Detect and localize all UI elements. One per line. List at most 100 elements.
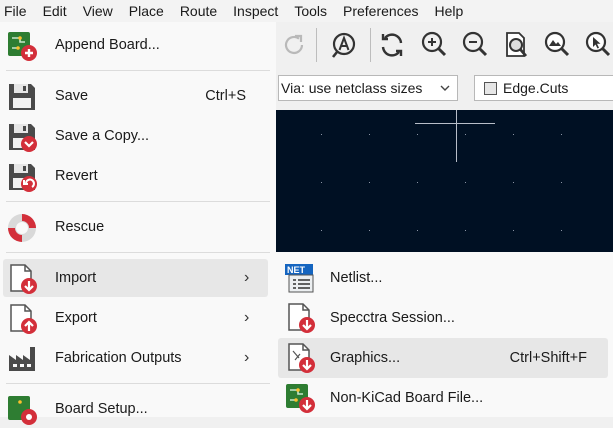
menu-view[interactable]: View — [75, 0, 121, 22]
menu-separator — [6, 383, 270, 384]
menu-item-save-copy[interactable]: Save a Copy... — [0, 117, 276, 155]
non-kicad-board-icon — [286, 384, 315, 413]
redo-icon[interactable] — [280, 30, 310, 60]
zoom-in-icon[interactable] — [419, 30, 449, 60]
grid-dot — [369, 182, 370, 183]
menu-item-label: Rescue — [55, 219, 105, 235]
graphics-icon — [288, 343, 315, 373]
grid-dot — [321, 182, 322, 183]
grid-dot — [513, 182, 514, 183]
submenu-item-label: Netlist... — [330, 270, 383, 286]
submenu-item-specctra-session[interactable]: Specctra Session... — [276, 298, 613, 338]
grid-dot — [561, 230, 562, 231]
svg-text:NET: NET — [287, 265, 306, 275]
grid-dot — [513, 134, 514, 135]
grid-dot — [369, 230, 370, 231]
menu-item-revert[interactable]: Revert — [0, 157, 276, 195]
submenu-item-graphics[interactable]: Graphics... Ctrl+Shift+F — [278, 338, 608, 378]
menu-bar: File Edit View Place Route Inspect Tools… — [0, 0, 613, 22]
grid-dot — [561, 134, 562, 135]
chevron-right-icon: › — [244, 269, 250, 286]
via-size-select[interactable]: Via: use netclass sizes — [278, 75, 458, 101]
grid-dot — [417, 230, 418, 231]
menu-item-label: Board Setup... — [55, 401, 148, 417]
grid-dot — [321, 134, 322, 135]
menu-item-save[interactable]: Save Ctrl+S — [0, 77, 276, 115]
board-setup-icon — [8, 396, 37, 425]
submenu-item-label: Specctra Session... — [330, 310, 455, 326]
import-icon — [10, 264, 37, 294]
via-size-value: Via: use netclass sizes — [281, 80, 423, 96]
grid-dot — [465, 134, 466, 135]
cursor-crosshair-vertical — [456, 110, 457, 162]
grid-dot — [465, 182, 466, 183]
submenu-item-label: Graphics... — [330, 350, 401, 366]
pcb-canvas[interactable] — [276, 110, 613, 252]
zoom-selection-icon[interactable] — [583, 30, 613, 60]
toolbar-separator — [370, 28, 371, 62]
main-toolbar — [276, 22, 613, 68]
layer-value: Edge.Cuts — [503, 80, 569, 96]
menu-item-label: Save — [55, 88, 89, 104]
menu-item-fabrication-outputs[interactable]: Fabrication Outputs › — [0, 339, 276, 377]
import-submenu: NET Netlist... Specctra Session... Graph… — [276, 252, 613, 417]
submenu-item-label: Non-KiCad Board File... — [330, 390, 484, 406]
menu-place[interactable]: Place — [121, 0, 172, 22]
layer-color-swatch — [484, 82, 497, 95]
export-icon — [10, 304, 37, 334]
revert-icon — [9, 164, 37, 192]
cursor-crosshair-horizontal — [415, 123, 495, 124]
grid-dot — [465, 230, 466, 231]
save-icon — [9, 84, 35, 110]
refresh-icon[interactable] — [377, 30, 407, 60]
grid-dot — [513, 230, 514, 231]
menu-item-label: Export — [55, 310, 97, 326]
menu-item-label: Import — [55, 270, 97, 286]
menu-separator — [6, 201, 270, 202]
grid-dot — [417, 134, 418, 135]
fabrication-icon — [9, 347, 35, 371]
menu-item-shortcut: Ctrl+S — [205, 88, 246, 104]
specctra-icon — [288, 303, 315, 333]
submenu-item-netlist[interactable]: NET Netlist... — [276, 258, 613, 298]
net-inspector-icon[interactable] — [329, 30, 359, 60]
grid-dot — [321, 230, 322, 231]
append-board-icon — [8, 32, 37, 61]
menu-item-label: Append Board... — [55, 37, 160, 53]
menu-help[interactable]: Help — [426, 0, 471, 22]
save-copy-icon — [9, 124, 37, 152]
grid-dot — [417, 182, 418, 183]
chevron-right-icon: › — [244, 349, 250, 366]
menu-edit[interactable]: Edit — [35, 0, 75, 22]
zoom-objects-icon[interactable] — [542, 30, 572, 60]
menu-item-rescue[interactable]: Rescue — [0, 208, 276, 246]
menu-item-label: Revert — [55, 168, 98, 184]
menu-item-append-board[interactable]: Append Board... — [0, 26, 276, 64]
rescue-icon — [8, 214, 36, 242]
grid-dot — [369, 134, 370, 135]
menu-inspect[interactable]: Inspect — [225, 0, 286, 22]
submenu-item-shortcut: Ctrl+Shift+F — [509, 350, 587, 366]
menu-item-export[interactable]: Export › — [0, 299, 276, 337]
menu-tools[interactable]: Tools — [286, 0, 335, 22]
submenu-item-non-kicad-board[interactable]: Non-KiCad Board File... — [276, 378, 613, 418]
menu-item-import[interactable]: Import › — [3, 259, 268, 297]
chevron-down-icon — [439, 76, 451, 107]
menu-separator — [6, 70, 270, 71]
menu-separator — [6, 252, 270, 253]
file-menu: Append Board... Save Ctrl+S Save a Copy.… — [0, 22, 276, 425]
zoom-fit-icon[interactable] — [501, 30, 531, 60]
toolbar-separator — [316, 28, 317, 62]
layer-select[interactable]: Edge.Cuts — [474, 75, 613, 101]
zoom-out-icon[interactable] — [460, 30, 490, 60]
menu-item-label: Fabrication Outputs — [55, 350, 182, 366]
netlist-icon: NET — [285, 264, 314, 293]
menu-file[interactable]: File — [0, 0, 35, 22]
menu-item-board-setup[interactable]: Board Setup... — [0, 390, 276, 428]
chevron-right-icon: › — [244, 309, 250, 326]
menu-item-label: Save a Copy... — [55, 128, 150, 144]
menu-route[interactable]: Route — [172, 0, 225, 22]
grid-dot — [561, 182, 562, 183]
menu-preferences[interactable]: Preferences — [335, 0, 426, 22]
selector-toolbar: Via: use netclass sizes Edge.Cuts — [276, 68, 613, 110]
